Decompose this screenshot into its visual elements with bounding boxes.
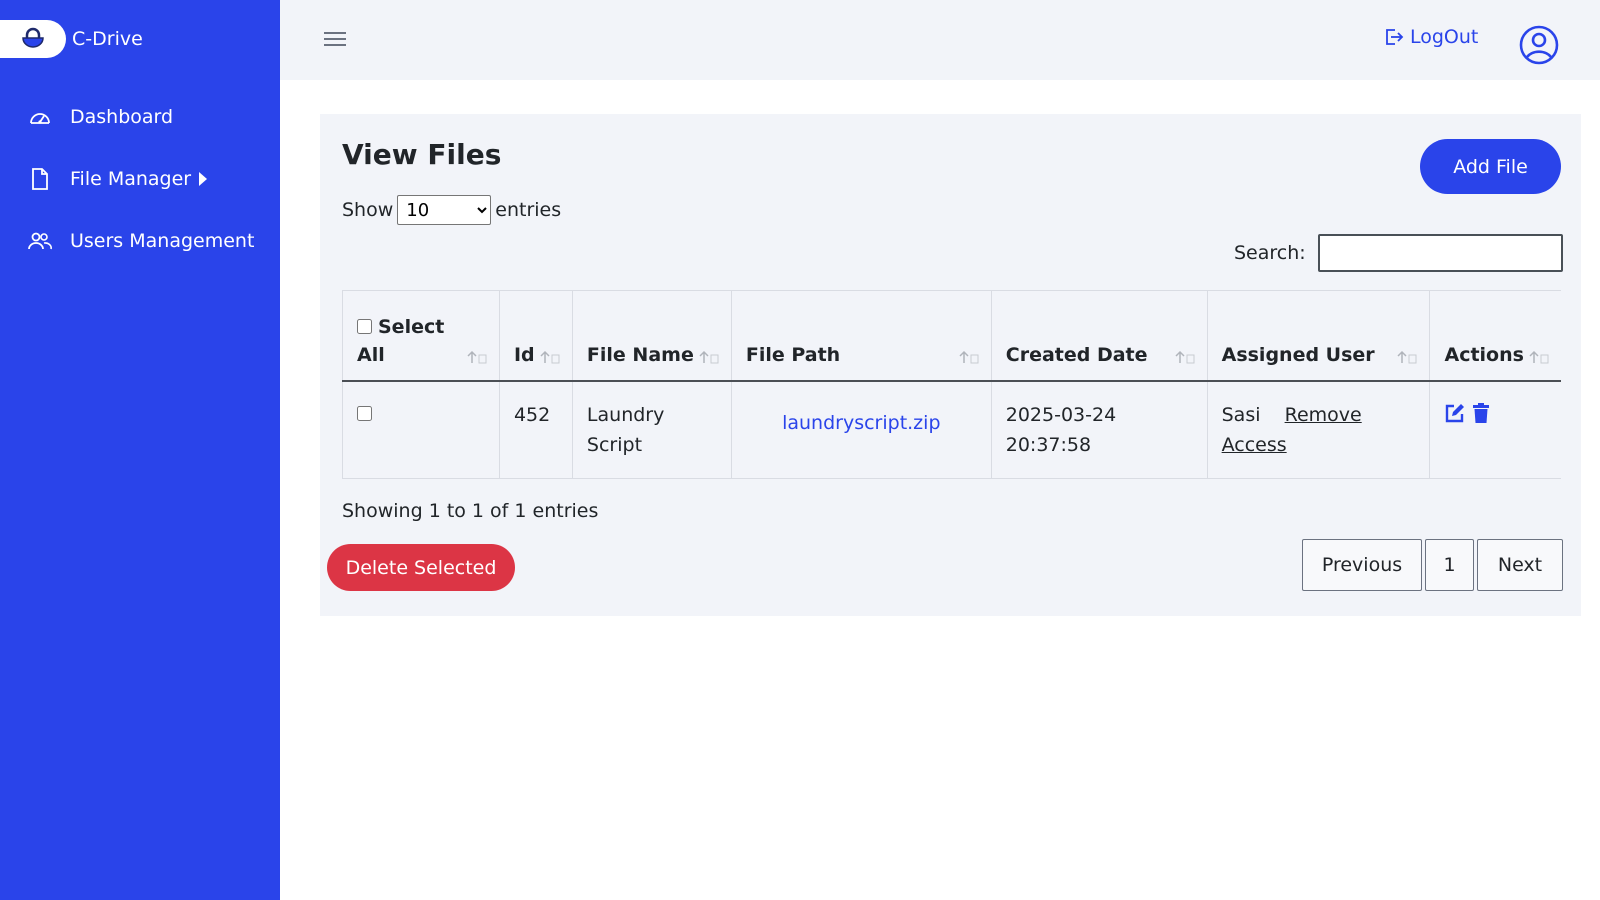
- created-time-line: 20:37:58: [1005, 433, 1092, 456]
- edit-icon[interactable]: [1444, 402, 1466, 424]
- search-label: Search:: [1234, 242, 1306, 264]
- page-length-control: Show 10 entries: [342, 195, 561, 225]
- assigned-user-line: Sasi Remove: [1222, 400, 1416, 430]
- cell-created-date: 2025-03-24 20:37:58: [990, 380, 1208, 478]
- dashboard-gauge-icon: [28, 105, 52, 129]
- next-page-button[interactable]: Next: [1477, 539, 1563, 591]
- file-icon: [28, 167, 52, 191]
- table-header-row: Select All Id File Name File Path Create…: [342, 290, 1561, 381]
- file-name-line: Script: [586, 433, 643, 456]
- sort-icon: [1397, 350, 1417, 363]
- topbar: LogOut: [280, 0, 1600, 80]
- select-all-label-line2: All: [357, 343, 385, 366]
- sidebar-item-users-management[interactable]: Users Management: [0, 210, 280, 272]
- file-path-link[interactable]: laundryscript.zip: [746, 400, 977, 438]
- cell-select: [342, 380, 500, 478]
- search-control: Search:: [1234, 234, 1563, 272]
- entries-label: entries: [495, 199, 562, 221]
- column-header-actions[interactable]: Actions: [1429, 290, 1561, 381]
- column-header-label: Actions: [1444, 343, 1524, 366]
- brand-name: C-Drive: [72, 28, 143, 50]
- page-length-select[interactable]: 10: [397, 195, 492, 225]
- cell-assigned-user: Sasi Remove Access: [1206, 380, 1430, 478]
- column-header-label: File Path: [745, 343, 841, 366]
- files-card: View Files Add File Show 10 entries Sear…: [320, 114, 1581, 616]
- remove-access-link-line2[interactable]: Access: [1222, 434, 1287, 456]
- files-table: Select All Id File Name File Path Create…: [342, 290, 1561, 479]
- created-date-line: 2025-03-24: [1005, 403, 1117, 426]
- file-name-line: Laundry: [586, 403, 665, 426]
- hamburger-line: [324, 38, 346, 40]
- files-table-wrapper: Select All Id File Name File Path Create…: [342, 290, 1561, 479]
- sort-icon: [699, 350, 719, 363]
- sort-icon: [1175, 350, 1195, 363]
- select-all-wrap: Select: [357, 316, 485, 338]
- column-header-select-all[interactable]: Select All: [342, 290, 500, 381]
- table-row: 452 Laundry Script laundryscript.zip 202…: [342, 380, 1561, 478]
- user-circle-icon: [1519, 25, 1559, 65]
- sort-icon: [540, 350, 560, 363]
- hamburger-line: [324, 44, 346, 46]
- delete-selected-button[interactable]: Delete Selected: [327, 544, 515, 591]
- column-header-label: File Name: [586, 343, 694, 366]
- remove-access-line2: Access: [1222, 430, 1416, 460]
- brand-logo: [0, 20, 66, 58]
- sidebar-item-label: Users Management: [70, 230, 255, 252]
- select-all-checkbox[interactable]: [357, 319, 372, 334]
- remove-access-link[interactable]: Remove: [1285, 404, 1362, 426]
- sort-icon: [467, 350, 487, 363]
- column-header-id[interactable]: Id: [498, 290, 573, 381]
- menu-toggle-button[interactable]: [324, 28, 348, 50]
- sidebar-nav: Dashboard File Manager Users Management: [0, 86, 280, 272]
- logout-link[interactable]: LogOut: [1384, 26, 1478, 48]
- logout-label: LogOut: [1410, 26, 1479, 48]
- sidebar-item-dashboard[interactable]: Dashboard: [0, 86, 280, 148]
- sort-icon: [1529, 350, 1549, 363]
- show-label: Show: [342, 199, 394, 221]
- column-header-assigned-user[interactable]: Assigned User: [1206, 290, 1430, 381]
- assigned-user-name: Sasi: [1221, 403, 1261, 426]
- lock-icon: [22, 27, 44, 48]
- row-checkbox[interactable]: [357, 405, 372, 421]
- column-header-file-path[interactable]: File Path: [730, 290, 992, 381]
- sort-icon: [959, 350, 979, 363]
- user-avatar[interactable]: [1518, 24, 1560, 66]
- trash-icon[interactable]: [1470, 402, 1492, 424]
- column-header-created-date[interactable]: Created Date: [990, 290, 1208, 381]
- select-all-label: Select: [378, 315, 445, 338]
- sidebar: C-Drive Dashboard File Manager Users Man…: [0, 0, 280, 900]
- sidebar-item-label: Dashboard: [70, 106, 174, 128]
- cell-actions: [1429, 380, 1561, 478]
- previous-page-button[interactable]: Previous: [1302, 539, 1422, 591]
- logout-icon: [1384, 27, 1404, 47]
- column-header-file-name[interactable]: File Name: [571, 290, 732, 381]
- row-actions: [1444, 400, 1547, 424]
- sidebar-item-label: File Manager: [70, 168, 192, 190]
- column-header-label: Created Date: [1005, 343, 1148, 366]
- cell-file-name: Laundry Script: [571, 380, 732, 478]
- add-file-button[interactable]: Add File: [1420, 139, 1561, 194]
- table-info: Showing 1 to 1 of 1 entries: [342, 500, 599, 522]
- column-header-label: Id: [513, 343, 535, 366]
- pagination: Previous 1 Next: [1299, 539, 1563, 591]
- search-input[interactable]: [1317, 234, 1563, 272]
- cell-file-path: laundryscript.zip: [730, 380, 992, 478]
- users-icon: [28, 229, 52, 253]
- caret-right-icon: [199, 172, 208, 186]
- sidebar-item-file-manager[interactable]: File Manager: [0, 148, 280, 210]
- page-button-1[interactable]: 1: [1425, 539, 1474, 591]
- cell-id: 452: [498, 380, 573, 478]
- column-header-label: Assigned User: [1221, 343, 1375, 366]
- hamburger-line: [324, 32, 346, 34]
- brand[interactable]: C-Drive: [0, 20, 143, 58]
- page-title: View Files: [342, 138, 502, 171]
